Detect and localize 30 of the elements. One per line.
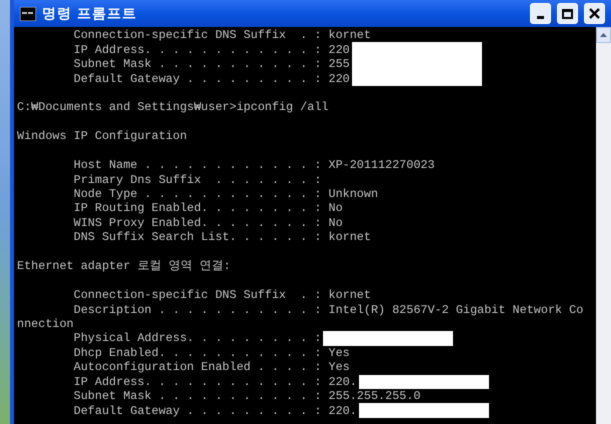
minimize-button[interactable] bbox=[530, 3, 551, 24]
console-line: Subnet Mask . . . . . . . . . . . : 255 bbox=[72, 57, 350, 72]
console-line: Host Name . . . . . . . . . . . . : XP-201112270023 bbox=[72, 158, 435, 172]
console-line: C:₩Documents and Settings₩user>ipconfig /all bbox=[17, 100, 328, 114]
window-title: 명령 프롬프트 bbox=[42, 4, 137, 23]
console-line: Connection-specific DNS Suffix . : kornet bbox=[72, 288, 371, 302]
console-line: IP Address. . . . . . . . . . . . : 220 bbox=[72, 42, 350, 57]
console-line: Dhcp Enabled. . . . . . . . . . . : Yes bbox=[72, 346, 350, 360]
console-line: Windows IP Configuration bbox=[17, 129, 187, 144]
console-line: Node Type . . . . . . . . . . . . : Unknown bbox=[72, 187, 378, 202]
console-line: Default Gateway . . . . . . . . . : 220 bbox=[72, 72, 350, 86]
close-button[interactable] bbox=[584, 3, 605, 24]
console-line: Physical Address. . . . . . . . . : bbox=[72, 331, 322, 346]
console-line: IP Routing Enabled. . . . . . . . : No bbox=[72, 201, 343, 216]
console-line: WINS Proxy Enabled. . . . . . . . : No bbox=[72, 216, 343, 230]
up-arrow-icon bbox=[600, 33, 607, 37]
scroll-up-button[interactable] bbox=[596, 27, 611, 43]
maximize-button[interactable] bbox=[557, 3, 578, 24]
console-line: Autoconfiguration Enabled . . . . : Yes bbox=[72, 360, 350, 374]
close-icon bbox=[589, 8, 600, 19]
console-line: Default Gateway . . . . . . . . . : 220. bbox=[72, 404, 357, 418]
console-line: Connection-specific DNS Suffix . : kornet bbox=[72, 28, 371, 42]
console-line: nnection bbox=[17, 316, 74, 331]
console-line: IP Address. . . . . . . . . . . . : 220. bbox=[72, 374, 357, 389]
console-line: Subnet Mask . . . . . . . . . . . : 255.255.255.0 bbox=[72, 389, 421, 404]
console-line: Ethernet adapter 로컬 영역 연결: bbox=[17, 259, 231, 274]
console-line: DNS Suffix Search List. . . . . . : kornet bbox=[72, 230, 371, 244]
console-line: Primary Dns Suffix . . . . . . . : bbox=[72, 172, 322, 187]
console-line: Description . . . . . . . . . . . : Intel(R) 82567V-2 Gigabit Network Co bbox=[72, 302, 584, 317]
console-icon bbox=[20, 6, 36, 20]
